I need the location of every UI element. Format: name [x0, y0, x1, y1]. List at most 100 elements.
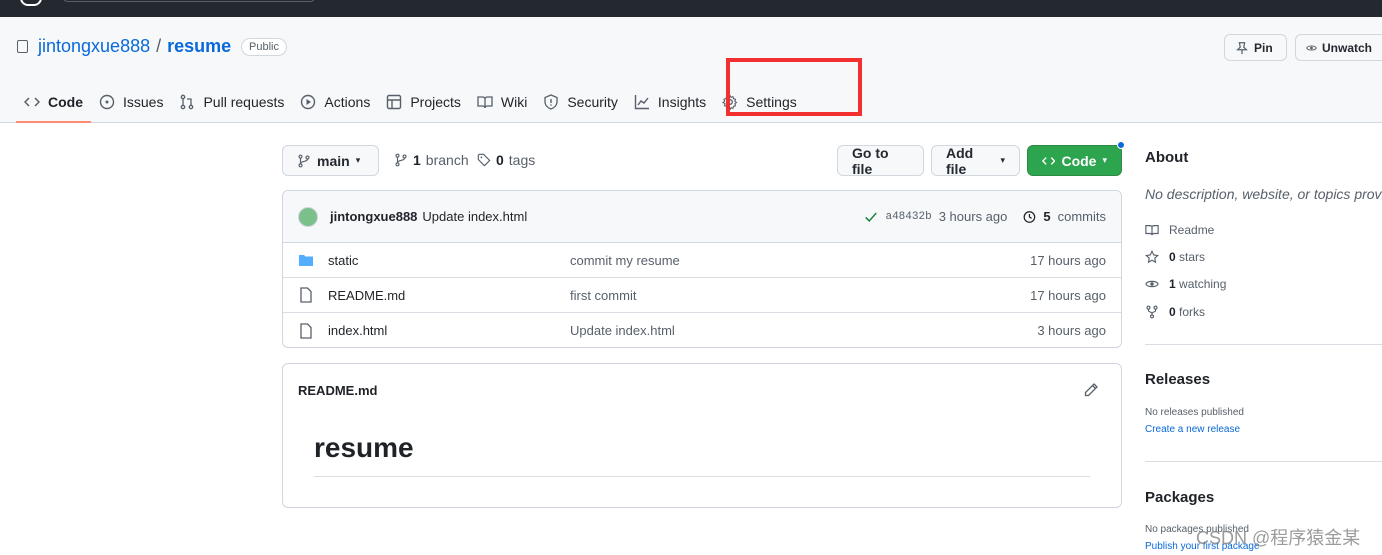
- check-icon: [865, 212, 878, 222]
- fork-icon: [1146, 305, 1158, 319]
- forks-label: forks: [1179, 305, 1206, 319]
- repo-owner-link[interactable]: jintongxue888: [38, 36, 150, 57]
- stars-count: 0: [1169, 250, 1176, 264]
- repo-name-link[interactable]: resume: [167, 36, 231, 57]
- settings-highlight-box: [726, 58, 862, 116]
- branch-name: main: [317, 152, 350, 169]
- commit-count-label[interactable]: commits: [1058, 209, 1106, 224]
- file-row-index[interactable]: index.html Update index.html 3 hours ago: [283, 313, 1121, 347]
- folder-icon: [299, 255, 313, 266]
- file-list: jintongxue888 Update index.html a48432b …: [282, 190, 1122, 348]
- unwatch-label: Unwatch: [1321, 40, 1372, 55]
- file-name-link[interactable]: README.md: [328, 288, 570, 303]
- caret-down-icon: ▾: [355, 155, 361, 165]
- commit-author-link[interactable]: jintongxue888: [330, 209, 417, 224]
- tab-pull-requests[interactable]: Pull requests: [171, 80, 292, 123]
- tab-actions[interactable]: Actions: [292, 80, 378, 123]
- latest-commit-row: jintongxue888 Update index.html a48432b …: [283, 191, 1121, 243]
- forks-link[interactable]: 0 forks: [1145, 305, 1205, 319]
- code-dropdown-button[interactable]: Code ▾: [1027, 145, 1122, 176]
- branch-select-button[interactable]: main ▾: [282, 145, 379, 176]
- packages-title[interactable]: Packages: [1145, 489, 1214, 506]
- table-icon: [387, 94, 402, 109]
- tab-label: Insights: [657, 93, 707, 110]
- file-row-static[interactable]: static commit my resume 17 hours ago: [283, 243, 1121, 278]
- repo-icon: [17, 40, 28, 53]
- repo-separator: /: [156, 36, 162, 56]
- tab-label: Pull requests: [203, 93, 285, 110]
- play-icon: [301, 94, 316, 109]
- releases-empty-text: No releases published: [1145, 407, 1244, 418]
- watching-link[interactable]: 1 watching: [1145, 277, 1226, 291]
- sidebar-divider: [1145, 461, 1382, 462]
- visibility-badge: Public: [241, 38, 287, 56]
- book-icon: [477, 95, 493, 108]
- tag-count: 0: [496, 152, 504, 168]
- pin-button[interactable]: Pin: [1224, 34, 1287, 61]
- file-name-link[interactable]: index.html: [328, 323, 570, 338]
- branch-count-link[interactable]: 1 branch: [394, 152, 469, 168]
- file-row-readme[interactable]: README.md first commit 17 hours ago: [283, 278, 1121, 313]
- tab-issues[interactable]: Issues: [91, 80, 171, 123]
- pin-icon: [1236, 41, 1248, 54]
- watermark: CSDN @程序猿金某: [1196, 528, 1361, 548]
- tab-code[interactable]: Code: [16, 80, 91, 123]
- branch-icon: [298, 154, 310, 167]
- readme-panel: README.md resume: [282, 363, 1122, 508]
- caret-down-icon: ▾: [1000, 155, 1005, 165]
- file-commit-message-link[interactable]: Update index.html: [570, 323, 675, 338]
- readme-link[interactable]: Readme: [1145, 223, 1214, 237]
- file-commit-time: 17 hours ago: [1030, 252, 1106, 268]
- tab-label: Projects: [410, 93, 461, 110]
- readme-divider: [314, 476, 1090, 477]
- repo-nav: Code Issues Pull requests Actions Projec…: [16, 80, 805, 123]
- code-icon: [1042, 156, 1056, 165]
- caret-down-icon: ▾: [1102, 155, 1107, 165]
- notification-dot: [1117, 141, 1125, 149]
- tab-wiki[interactable]: Wiki: [469, 80, 535, 123]
- file-commit-message-link[interactable]: first commit: [570, 288, 636, 303]
- branch-icon: [395, 153, 407, 167]
- branch-count-label: branch: [425, 152, 469, 168]
- tag-count-link[interactable]: 0 tags: [477, 152, 535, 168]
- avatar[interactable]: [298, 206, 318, 227]
- code-icon: [24, 96, 40, 107]
- history-icon: [1023, 210, 1036, 223]
- pin-label: Pin: [1254, 40, 1273, 55]
- tab-label: Wiki: [500, 93, 528, 110]
- eye-icon: [1145, 280, 1159, 288]
- book-icon: [1145, 225, 1159, 236]
- unwatch-button[interactable]: Unwatch: [1295, 34, 1382, 61]
- add-file-button[interactable]: Add file ▾: [931, 144, 1020, 177]
- file-commit-time: 3 hours ago: [1037, 323, 1106, 338]
- file-icon: [300, 322, 312, 339]
- readme-heading: resume: [314, 432, 414, 463]
- about-description: No description, website, or topics provi…: [1145, 186, 1382, 202]
- readme-filename[interactable]: README.md: [298, 383, 377, 398]
- branch-count: 1: [413, 152, 421, 168]
- commit-message-link[interactable]: Update index.html: [422, 209, 527, 224]
- stars-link[interactable]: 0 stars: [1145, 250, 1205, 264]
- tab-label: Code: [48, 93, 83, 110]
- add-file-label: Add file: [946, 144, 974, 177]
- go-to-file-button[interactable]: Go to file: [837, 145, 924, 177]
- shield-icon: [544, 93, 558, 110]
- tab-projects[interactable]: Projects: [378, 80, 469, 123]
- file-commit-message-link[interactable]: commit my resume: [570, 253, 680, 268]
- commit-count[interactable]: 5: [1043, 209, 1050, 224]
- watching-label: watching: [1179, 277, 1227, 291]
- file-name-link[interactable]: static: [328, 253, 570, 268]
- create-release-link[interactable]: Create a new release: [1145, 424, 1240, 435]
- forks-count: 0: [1169, 305, 1176, 319]
- search-input[interactable]: [62, 0, 316, 2]
- tab-security[interactable]: Security: [535, 80, 626, 123]
- graph-icon: [634, 94, 649, 109]
- issue-icon: [99, 94, 115, 109]
- star-icon: [1145, 250, 1159, 264]
- tab-insights[interactable]: Insights: [626, 80, 714, 123]
- commit-sha-link[interactable]: a48432b: [885, 211, 931, 223]
- pencil-icon[interactable]: [1083, 382, 1099, 398]
- github-logo-icon[interactable]: [20, 0, 42, 6]
- file-commit-time: 17 hours ago: [1030, 287, 1106, 303]
- releases-title[interactable]: Releases: [1145, 371, 1210, 388]
